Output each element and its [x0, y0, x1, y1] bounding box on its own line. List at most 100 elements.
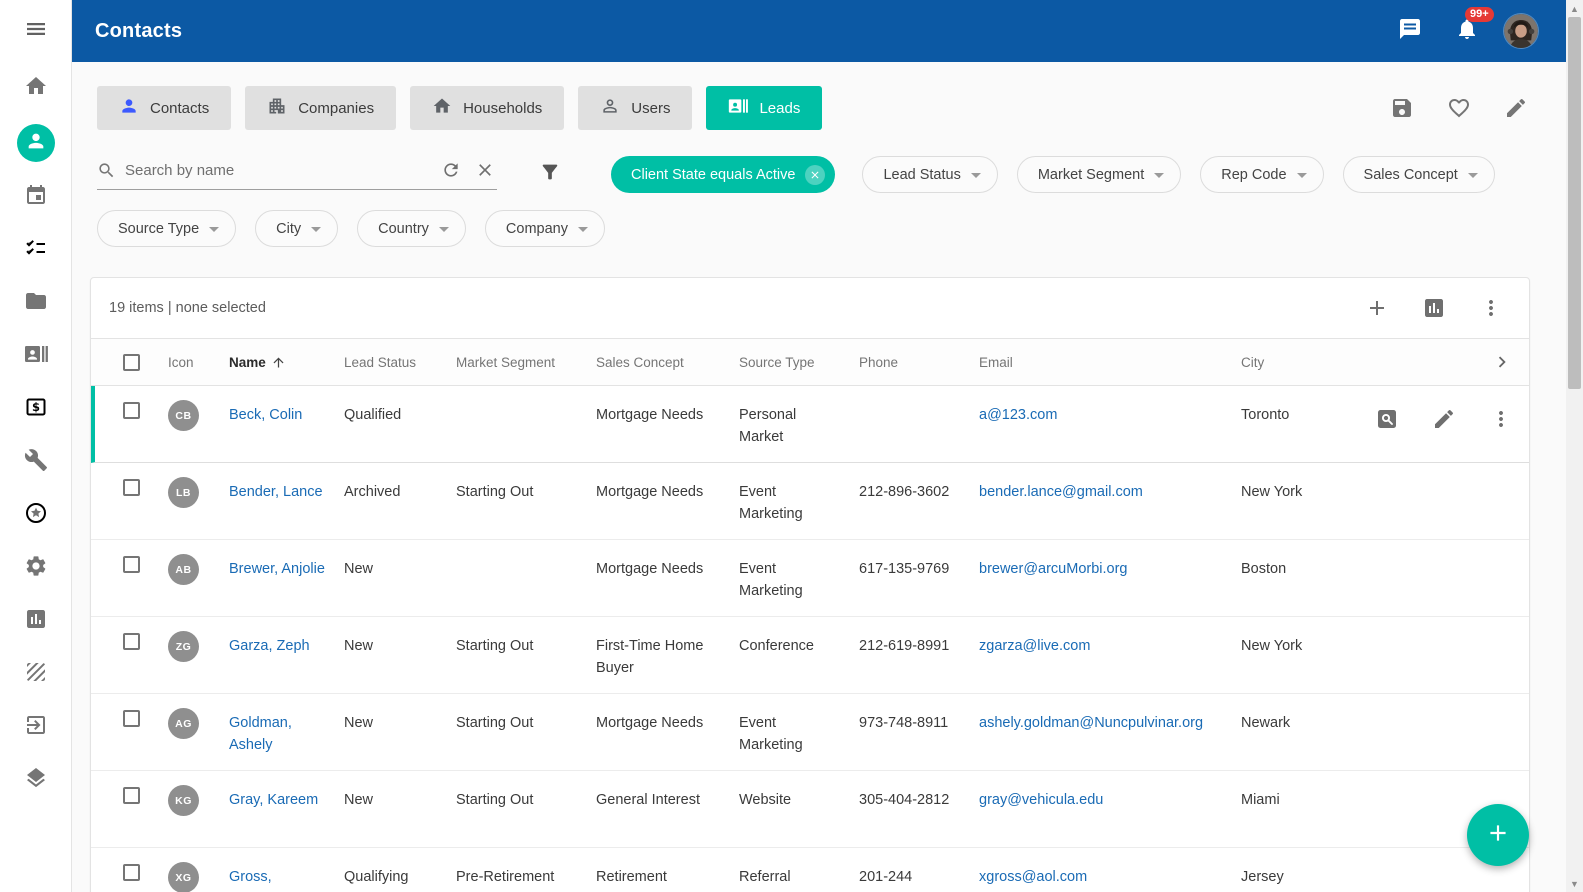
sidebar-item-contacts[interactable] — [0, 115, 72, 171]
chat-button[interactable] — [1390, 11, 1430, 51]
table-row[interactable]: XG Gross, Qualifying Pre-Retirement Reti… — [91, 848, 1529, 892]
sidebar-item-featured[interactable] — [0, 489, 72, 542]
edit-row-button[interactable] — [1432, 407, 1456, 431]
sidebar-item-tools[interactable] — [0, 436, 72, 489]
selection-summary: 19 items | none selected — [109, 300, 266, 316]
filter-chip-lead-status[interactable]: Lead Status — [862, 156, 997, 193]
contact-name-link[interactable]: Garza, Zeph — [229, 638, 310, 654]
column-header-icon[interactable]: Icon — [168, 355, 229, 370]
sidebar-item-calendar[interactable] — [0, 171, 72, 224]
row-checkbox[interactable] — [123, 864, 140, 881]
active-filter-chip[interactable]: Client State equals Active — [611, 156, 835, 193]
chart-view-button[interactable] — [1422, 296, 1446, 320]
table-row[interactable]: LB Bender, Lance Archived Starting Out M… — [91, 463, 1529, 540]
search-input[interactable] — [125, 162, 429, 179]
home-icon — [432, 96, 452, 120]
select-all-checkbox[interactable] — [123, 354, 140, 371]
sidebar-item-layers[interactable] — [0, 754, 72, 807]
contact-email-link[interactable]: zgarza@live.com — [979, 638, 1090, 654]
refresh-button[interactable] — [441, 160, 463, 182]
clear-search-button[interactable] — [475, 160, 497, 182]
column-header-lead-status[interactable]: Lead Status — [344, 355, 456, 370]
tab-label: Leads — [759, 100, 800, 117]
phone-cell: 305-404-2812 — [859, 771, 979, 811]
row-checkbox[interactable] — [123, 479, 140, 496]
notifications-button[interactable]: 99+ — [1447, 11, 1487, 51]
plus-icon — [1485, 820, 1511, 851]
column-header-phone[interactable]: Phone — [859, 355, 979, 370]
tab-companies[interactable]: Companies — [245, 86, 396, 130]
contact-name-link[interactable]: Brewer, Anjolie — [229, 561, 325, 577]
table-row[interactable]: CB Beck, Colin Qualified Mortgage Needs … — [91, 386, 1529, 463]
table-row[interactable]: KG Gray, Kareem New Starting Out General… — [91, 771, 1529, 848]
sidebar-item-leads[interactable] — [0, 330, 72, 383]
scrollbar[interactable]: ▲ ▼ — [1566, 0, 1583, 892]
table-row[interactable]: AB Brewer, Anjolie New Mortgage Needs Ev… — [91, 540, 1529, 617]
sidebar-item-documents[interactable] — [0, 277, 72, 330]
column-header-market-segment[interactable]: Market Segment — [456, 355, 596, 370]
preview-row-button[interactable] — [1375, 407, 1399, 431]
column-header-city[interactable]: City — [1241, 355, 1371, 370]
dollar-square-icon: $ — [24, 395, 48, 424]
row-checkbox[interactable] — [123, 402, 140, 419]
sidebar-item-exit[interactable] — [0, 701, 72, 754]
tab-label: Users — [631, 100, 670, 117]
contact-email-link[interactable]: a@123.com — [979, 407, 1057, 423]
filter-funnel-button[interactable] — [539, 161, 561, 188]
contact-name-link[interactable]: Beck, Colin — [229, 407, 302, 423]
contact-email-link[interactable]: bender.lance@gmail.com — [979, 484, 1143, 500]
contact-name-link[interactable]: Gray, Kareem — [229, 792, 318, 808]
contact-name-link[interactable]: Goldman, Ashely — [229, 715, 292, 753]
filter-chip-market-segment[interactable]: Market Segment — [1017, 156, 1181, 193]
sidebar-item-reports[interactable] — [0, 595, 72, 648]
scroll-up-arrow[interactable]: ▲ — [1566, 0, 1583, 17]
remove-filter-button[interactable] — [805, 165, 825, 185]
filter-chip-company[interactable]: Company — [485, 210, 605, 247]
filter-row-1: Client State equals Active Lead Status Ma… — [72, 130, 1566, 193]
table-more-button[interactable] — [1479, 296, 1503, 320]
sidebar-item-tasks[interactable] — [0, 224, 72, 277]
tab-households[interactable]: Households — [410, 86, 564, 130]
contact-name-link[interactable]: Gross, — [229, 869, 272, 885]
column-header-source-type[interactable]: Source Type — [739, 355, 859, 370]
sidebar-item-billing[interactable]: $ — [0, 383, 72, 436]
sidebar-item-marketing[interactable] — [0, 648, 72, 701]
sales-concept-cell: Mortgage Needs — [596, 386, 739, 426]
column-header-email[interactable]: Email — [979, 355, 1241, 370]
filter-chip-rep-code[interactable]: Rep Code — [1200, 156, 1323, 193]
filter-chip-country[interactable]: Country — [357, 210, 466, 247]
contact-email-link[interactable]: xgross@aol.com — [979, 869, 1087, 885]
filter-chip-sales-concept[interactable]: Sales Concept — [1343, 156, 1495, 193]
scroll-down-arrow[interactable]: ▼ — [1566, 875, 1583, 892]
tab-label: Contacts — [150, 100, 209, 117]
sidebar-item-menu[interactable] — [0, 0, 72, 62]
row-checkbox[interactable] — [123, 710, 140, 727]
contact-email-link[interactable]: brewer@arcuMorbi.org — [979, 561, 1128, 577]
contact-email-link[interactable]: ashely.goldman@Nuncpulvinar.org — [979, 715, 1203, 731]
column-header-name[interactable]: Name — [229, 355, 344, 370]
save-view-button[interactable] — [1390, 96, 1414, 120]
contact-email-link[interactable]: gray@vehicula.edu — [979, 792, 1103, 808]
sidebar-item-home[interactable] — [0, 62, 72, 115]
row-more-button[interactable] — [1489, 407, 1513, 431]
tab-users[interactable]: Users — [578, 86, 692, 130]
user-avatar[interactable] — [1504, 14, 1538, 48]
row-checkbox[interactable] — [123, 633, 140, 650]
table-row[interactable]: AG Goldman, Ashely New Starting Out Mort… — [91, 694, 1529, 771]
tab-leads[interactable]: Leads — [706, 86, 822, 130]
row-checkbox[interactable] — [123, 787, 140, 804]
scrollbar-thumb[interactable] — [1568, 17, 1581, 389]
filter-chip-source-type[interactable]: Source Type — [97, 210, 236, 247]
add-item-button[interactable] — [1365, 296, 1389, 320]
tab-contacts[interactable]: Contacts — [97, 86, 231, 130]
filter-chip-city[interactable]: City — [255, 210, 338, 247]
sidebar-item-settings[interactable] — [0, 542, 72, 595]
table-row[interactable]: ZG Garza, Zeph New Starting Out First-Ti… — [91, 617, 1529, 694]
row-checkbox[interactable] — [123, 556, 140, 573]
add-contact-fab[interactable] — [1467, 804, 1529, 866]
edit-view-button[interactable] — [1504, 96, 1528, 120]
favorite-view-button[interactable] — [1447, 96, 1471, 120]
contact-name-link[interactable]: Bender, Lance — [229, 484, 323, 500]
scroll-columns-right-button[interactable] — [1491, 351, 1515, 373]
column-header-sales-concept[interactable]: Sales Concept — [596, 355, 739, 370]
